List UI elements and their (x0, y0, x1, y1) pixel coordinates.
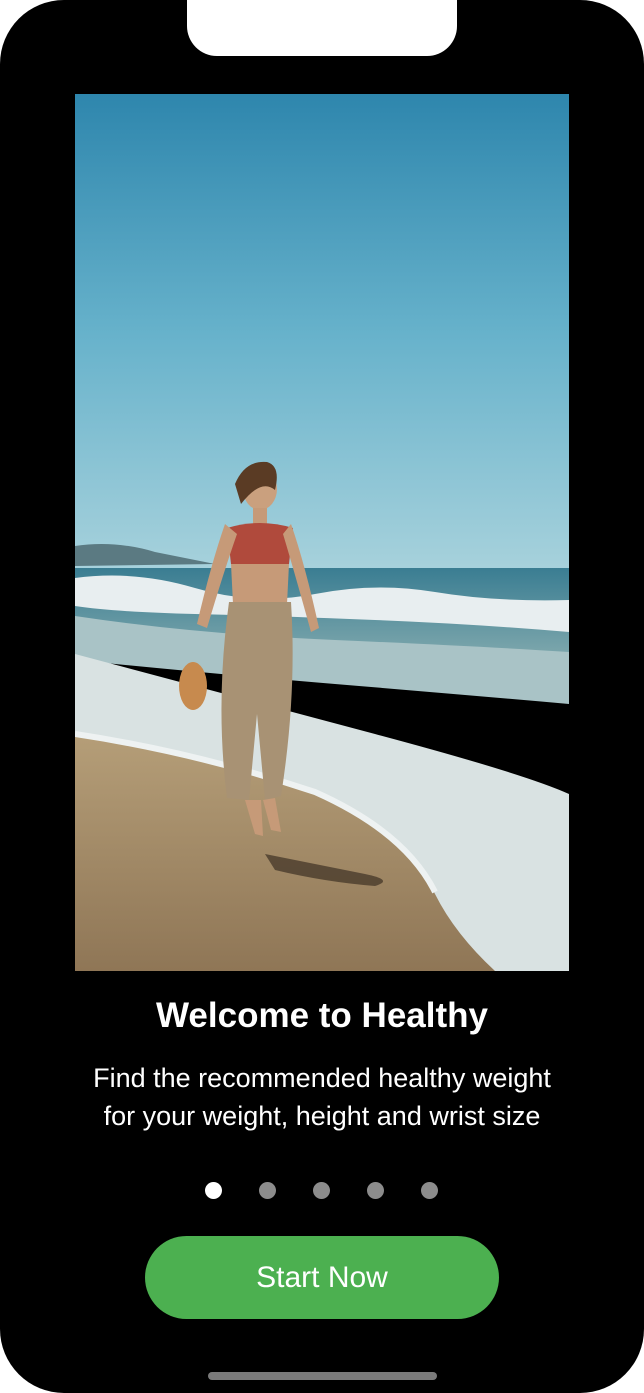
page-dot-2[interactable] (259, 1182, 276, 1199)
page-indicator (0, 1182, 644, 1200)
home-indicator[interactable] (208, 1372, 437, 1380)
page-dot-3[interactable] (313, 1182, 330, 1199)
page-dot-5[interactable] (421, 1182, 438, 1199)
page-dot-4[interactable] (367, 1182, 384, 1199)
onboarding-title: Welcome to Healthy (156, 996, 488, 1035)
device-notch (187, 0, 457, 56)
onboarding-subtitle: Find the recommended healthy weight for … (40, 1059, 604, 1135)
page-dot-1[interactable] (205, 1182, 222, 1199)
start-now-button[interactable]: Start Now (145, 1236, 499, 1319)
phone-screen: Welcome to Healthy Find the recommended … (0, 0, 644, 1393)
beach-woman-illustration (75, 94, 569, 971)
hero-image (75, 94, 569, 971)
subtitle-line-2: for your weight, height and wrist size (103, 1101, 541, 1131)
subtitle-line-1: Find the recommended healthy weight (93, 1063, 551, 1093)
